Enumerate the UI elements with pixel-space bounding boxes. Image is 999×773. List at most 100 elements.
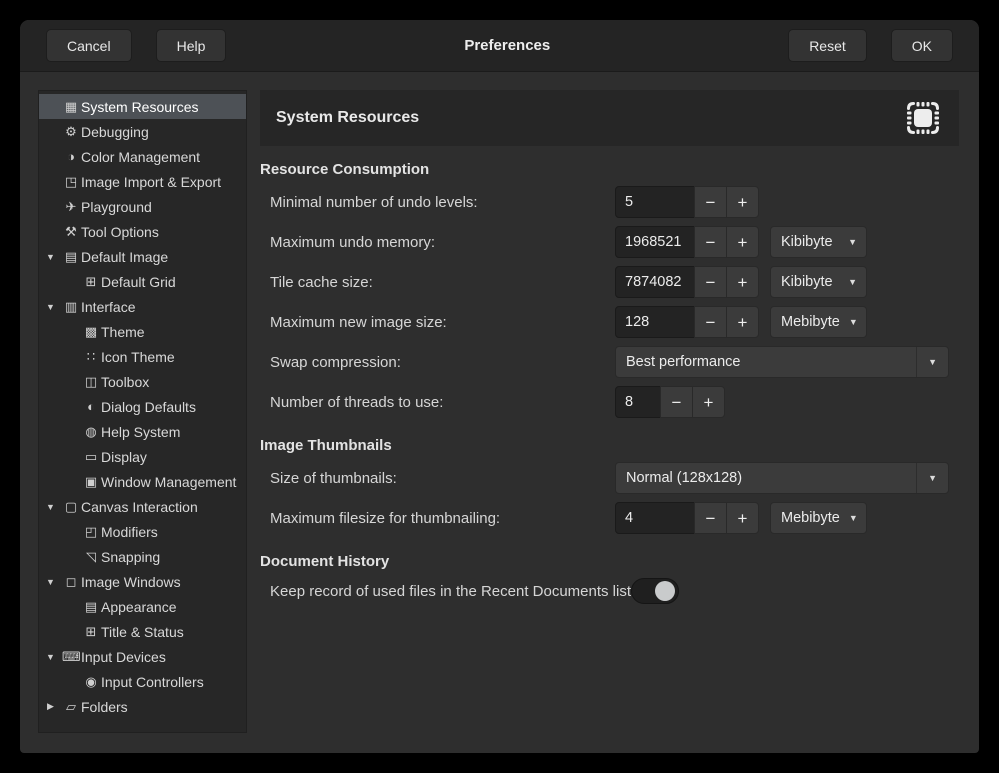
sidebar-item-theme[interactable]: ▩ Theme — [39, 319, 246, 344]
sidebar-item-label: Dialog Defaults — [100, 399, 196, 415]
sidebar-item-label: Image Windows — [80, 574, 181, 590]
combo-value: Mebibyte — [781, 510, 840, 526]
tile-cache-unit-select[interactable]: Kibibyte ▼ — [770, 266, 867, 298]
expander-open-icon[interactable]: ▼ — [43, 652, 58, 662]
expander-open-icon[interactable]: ▼ — [43, 577, 58, 587]
threads-input[interactable] — [615, 386, 661, 418]
reset-button[interactable]: Reset — [788, 29, 867, 62]
plane-icon: ✈ — [62, 199, 80, 215]
preferences-window: Cancel Help Preferences Reset OK ▦ Syste… — [20, 20, 979, 753]
import-export-icon: ◳ — [62, 174, 80, 190]
minus-button[interactable]: − — [694, 186, 727, 218]
combo-value: Normal (128x128) — [626, 470, 742, 486]
toolbox-icon: ◫ — [82, 374, 100, 390]
pref-row-recent-documents: Keep record of used files in the Recent … — [260, 574, 959, 608]
pref-row-thumbnail-size: Size of thumbnails: Normal (128x128) ▼ — [260, 458, 959, 498]
expander-open-icon[interactable]: ▼ — [43, 302, 58, 312]
undo-memory-input[interactable] — [615, 226, 695, 258]
help-button[interactable]: Help — [156, 29, 227, 62]
sidebar-item-image-windows[interactable]: ▼ ◻ Image Windows — [39, 569, 246, 594]
sidebar-item-default-image[interactable]: ▼ ▤ Default Image — [39, 244, 246, 269]
tile-cache-input[interactable] — [615, 266, 695, 298]
cancel-button[interactable]: Cancel — [46, 29, 132, 62]
minus-button[interactable]: − — [694, 266, 727, 298]
sidebar-item-appearance[interactable]: ▤ Appearance — [39, 594, 246, 619]
canvas-interaction-icon: ▢ — [62, 499, 80, 515]
max-image-size-unit-select[interactable]: Mebibyte ▼ — [770, 306, 867, 338]
pref-row-swap-compression: Swap compression: Best performance ▼ — [260, 342, 959, 382]
sidebar-item-snapping[interactable]: ◹ Snapping — [39, 544, 246, 569]
thumbnail-size-select[interactable]: Normal (128x128) ▼ — [615, 462, 949, 494]
combo-value: Best performance — [626, 354, 740, 370]
sidebar-item-display[interactable]: ▭ Display — [39, 444, 246, 469]
max-image-size-input[interactable] — [615, 306, 695, 338]
recent-docs-toggle[interactable] — [631, 578, 679, 604]
minus-button[interactable]: − — [694, 306, 727, 338]
sidebar-item-label: Default Grid — [100, 274, 176, 290]
sidebar-item-color-management[interactable]: ◑ Color Management — [39, 144, 246, 169]
plus-button[interactable]: + — [726, 226, 759, 258]
sidebar-item-label: Help System — [100, 424, 180, 440]
minus-button[interactable]: − — [694, 226, 727, 258]
snapping-icon: ◹ — [82, 549, 100, 565]
sidebar-item-interface[interactable]: ▼ ▥ Interface — [39, 294, 246, 319]
sidebar-item-folders[interactable]: ▶ ▱ Folders — [39, 694, 246, 719]
sidebar-item-debugging[interactable]: ⚙ Debugging — [39, 119, 246, 144]
sidebar-item-canvas-interaction[interactable]: ▼ ▢ Canvas Interaction — [39, 494, 246, 519]
field-label: Minimal number of undo levels: — [260, 194, 615, 211]
appearance-icon: ▤ — [82, 599, 100, 615]
expander-closed-icon[interactable]: ▶ — [43, 701, 58, 712]
undo-levels-input[interactable] — [615, 186, 695, 218]
field-label: Maximum undo memory: — [260, 234, 615, 251]
sidebar-item-label: Snapping — [100, 549, 160, 565]
section-document-history: Document History — [260, 553, 959, 570]
pref-row-threads: Number of threads to use: − + — [260, 382, 959, 422]
sidebar-item-default-grid[interactable]: ⊞ Default Grid — [39, 269, 246, 294]
sidebar-item-playground[interactable]: ✈ Playground — [39, 194, 246, 219]
sidebar-item-window-management[interactable]: ▣ Window Management — [39, 469, 246, 494]
sidebar-item-system-resources[interactable]: ▦ System Resources — [39, 94, 246, 119]
sidebar-item-tool-options[interactable]: ⚒ Tool Options — [39, 219, 246, 244]
sidebar-item-help-system[interactable]: ◍ Help System — [39, 419, 246, 444]
minus-button[interactable]: − — [694, 502, 727, 534]
undo-memory-unit-select[interactable]: Kibibyte ▼ — [770, 226, 867, 258]
plus-button[interactable]: + — [726, 186, 759, 218]
sidebar-item-label: Default Image — [80, 249, 168, 265]
expander-open-icon[interactable]: ▼ — [43, 252, 58, 262]
combo-value: Kibibyte — [781, 274, 833, 290]
pref-row-thumbnail-filesize: Maximum filesize for thumbnailing: − + M… — [260, 498, 959, 538]
plus-button[interactable]: + — [726, 266, 759, 298]
window-body: ▦ System Resources ⚙ Debugging ◑ Color M… — [20, 72, 979, 753]
plus-button[interactable]: + — [726, 306, 759, 338]
header-left-buttons: Cancel Help — [46, 29, 226, 62]
ok-button[interactable]: OK — [891, 29, 953, 62]
cpu-chip-icon — [903, 98, 943, 138]
combo-value: Kibibyte — [781, 234, 833, 250]
sidebar-item-label: Playground — [80, 199, 152, 215]
sidebar-item-image-import-export[interactable]: ◳ Image Import & Export — [39, 169, 246, 194]
sidebar-item-input-devices[interactable]: ▼ ⌨ Input Devices — [39, 644, 246, 669]
icon-theme-icon: ∷ — [82, 349, 100, 365]
sidebar-item-label: Debugging — [80, 124, 149, 140]
input-controllers-icon: ◉ — [82, 674, 100, 690]
sidebar-item-input-controllers[interactable]: ◉ Input Controllers — [39, 669, 246, 694]
sidebar-item-dialog-defaults[interactable]: ◐ Dialog Defaults — [39, 394, 246, 419]
sidebar-item-label: Interface — [80, 299, 135, 315]
color-management-icon: ◑ — [62, 149, 80, 164]
plus-button[interactable]: + — [726, 502, 759, 534]
sidebar-item-title-status[interactable]: ⊞ Title & Status — [39, 619, 246, 644]
image-icon: ▤ — [62, 249, 80, 265]
field-label: Tile cache size: — [260, 274, 615, 291]
sidebar-item-label: Input Devices — [80, 649, 166, 665]
sidebar-item-toolbox[interactable]: ◫ Toolbox — [39, 369, 246, 394]
thumbnail-filesize-unit-select[interactable]: Mebibyte ▼ — [770, 502, 867, 534]
sidebar-item-modifiers[interactable]: ◰ Modifiers — [39, 519, 246, 544]
sidebar-item-label: Toolbox — [100, 374, 149, 390]
sidebar-item-icon-theme[interactable]: ∷ Icon Theme — [39, 344, 246, 369]
expander-open-icon[interactable]: ▼ — [43, 502, 58, 512]
thumbnail-filesize-input[interactable] — [615, 502, 695, 534]
plus-button[interactable]: + — [692, 386, 725, 418]
sidebar-item-label: Icon Theme — [100, 349, 175, 365]
minus-button[interactable]: − — [660, 386, 693, 418]
swap-compression-select[interactable]: Best performance ▼ — [615, 346, 949, 378]
